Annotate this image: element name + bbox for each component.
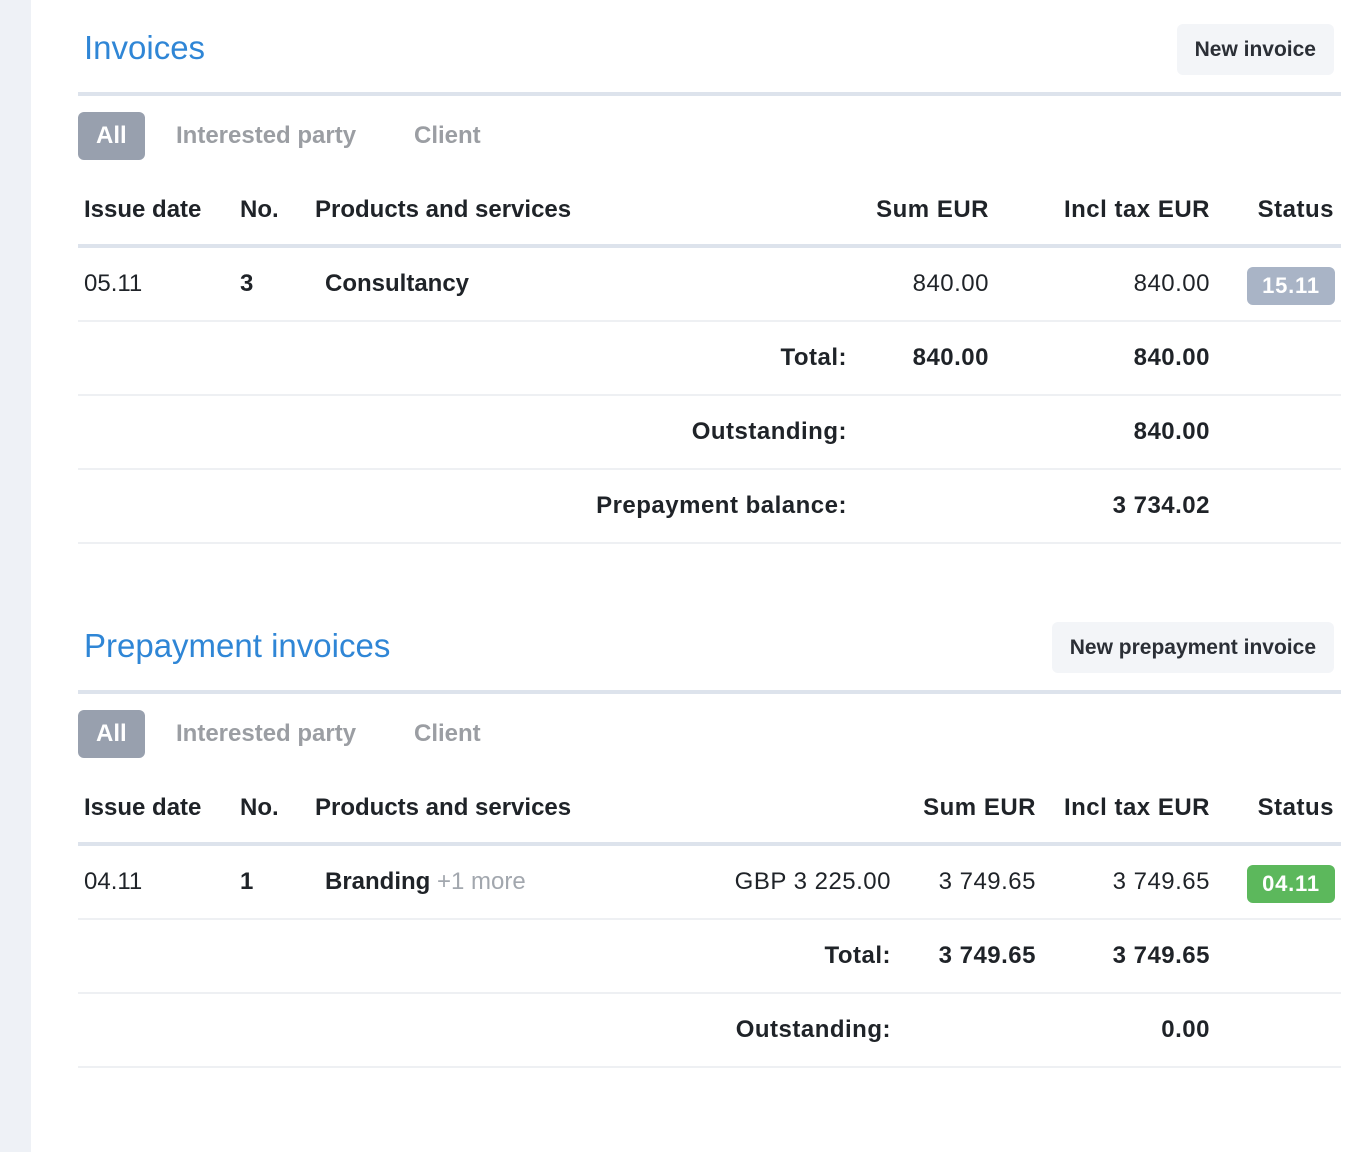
column-issue-date[interactable]: Issue date [84,772,201,844]
prepayment-product-cell: Branding +1 more [325,846,526,918]
left-rail [0,0,31,1152]
total-incl-tax: 3 749.65 [1112,942,1210,969]
invoices-section: Invoices New invoice All Interested part… [78,0,1341,544]
prepayment-section: Prepayment invoices New prepayment invoi… [78,598,1341,1068]
invoice-incl-tax: 840.00 [1133,270,1210,297]
prepayment-product[interactable]: Branding [325,868,430,895]
invoice-number[interactable]: 3 [240,248,253,320]
total-sum: 3 749.65 [938,942,1036,969]
new-prepayment-invoice-button[interactable]: New prepayment invoice [1051,622,1334,673]
prepayment-issue-date: 04.11 [84,868,143,895]
outstanding-incl-tax: 0.00 [1161,1016,1210,1043]
total-label: Total: [780,344,847,371]
prepayment-balance-value: 3 734.02 [1112,492,1210,519]
prepayment-filter-interested-party[interactable]: Interested party [176,710,356,758]
main-content: Invoices New invoice All Interested part… [78,0,1341,1068]
prepayment-balance-label: Prepayment balance: [596,492,847,519]
invoices-total-row: Total: 840.00 840.00 [78,322,1341,396]
total-sum: 840.00 [912,344,989,371]
column-status[interactable]: Status [1258,174,1334,246]
outstanding-label: Outstanding: [691,418,847,445]
total-label: Total: [824,942,891,969]
invoice-sum: 840.00 [912,270,989,297]
more-products-link[interactable]: +1 more [437,868,526,895]
prepayment-outstanding-row: Outstanding: 0.00 [78,994,1341,1068]
invoices-prepayment-balance-row: Prepayment balance: 3 734.02 [78,470,1341,544]
column-products[interactable]: Products and services [315,772,571,844]
invoices-filter-interested-party[interactable]: Interested party [176,112,356,160]
prepayment-number[interactable]: 1 [240,846,253,918]
prepayment-filter-client[interactable]: Client [414,710,481,758]
invoices-filter-all[interactable]: All [78,112,145,160]
invoices-header: Invoices New invoice [78,0,1341,96]
invoice-issue-date: 05.11 [84,270,143,297]
column-products[interactable]: Products and services [315,174,571,246]
column-no[interactable]: No. [240,772,279,844]
invoices-table-header: Issue date No. Products and services Sum… [78,174,1341,248]
outstanding-label: Outstanding: [735,1016,891,1043]
invoice-product[interactable]: Consultancy [325,248,469,320]
column-issue-date[interactable]: Issue date [84,174,201,246]
status-badge[interactable]: 04.11 [1247,865,1335,903]
prepayment-sum: 3 749.65 [938,868,1036,895]
invoices-outstanding-row: Outstanding: 840.00 [78,396,1341,470]
outstanding-incl-tax: 840.00 [1133,418,1210,445]
table-row[interactable]: 05.11 3 Consultancy 840.00 840.00 15.11 [78,248,1341,322]
total-incl-tax: 840.00 [1133,344,1210,371]
invoices-filter-client[interactable]: Client [414,112,481,160]
invoices-title: Invoices [84,29,206,66]
column-incl-tax[interactable]: Incl tax EUR [1064,772,1210,844]
column-incl-tax[interactable]: Incl tax EUR [1064,174,1210,246]
prepayment-total-row: Total: 3 749.65 3 749.65 [78,920,1341,994]
column-sum[interactable]: Sum EUR [923,772,1036,844]
prepayment-incl-tax: 3 749.65 [1112,868,1210,895]
column-no[interactable]: No. [240,174,279,246]
column-status[interactable]: Status [1258,772,1334,844]
prepayment-header: Prepayment invoices New prepayment invoi… [78,598,1341,694]
new-invoice-button[interactable]: New invoice [1176,24,1334,75]
prepayment-currency-amount: GBP 3 225.00 [734,868,891,895]
table-row[interactable]: 04.11 1 Branding +1 more GBP 3 225.00 3 … [78,846,1341,920]
prepayment-title: Prepayment invoices [84,627,391,664]
invoices-filter-tabs: All Interested party Client [78,96,1341,174]
prepayment-filter-all[interactable]: All [78,710,145,758]
status-badge[interactable]: 15.11 [1247,267,1335,305]
prepayment-table-header: Issue date No. Products and services Sum… [78,772,1341,846]
column-sum[interactable]: Sum EUR [876,174,989,246]
prepayment-filter-tabs: All Interested party Client [78,694,1341,772]
